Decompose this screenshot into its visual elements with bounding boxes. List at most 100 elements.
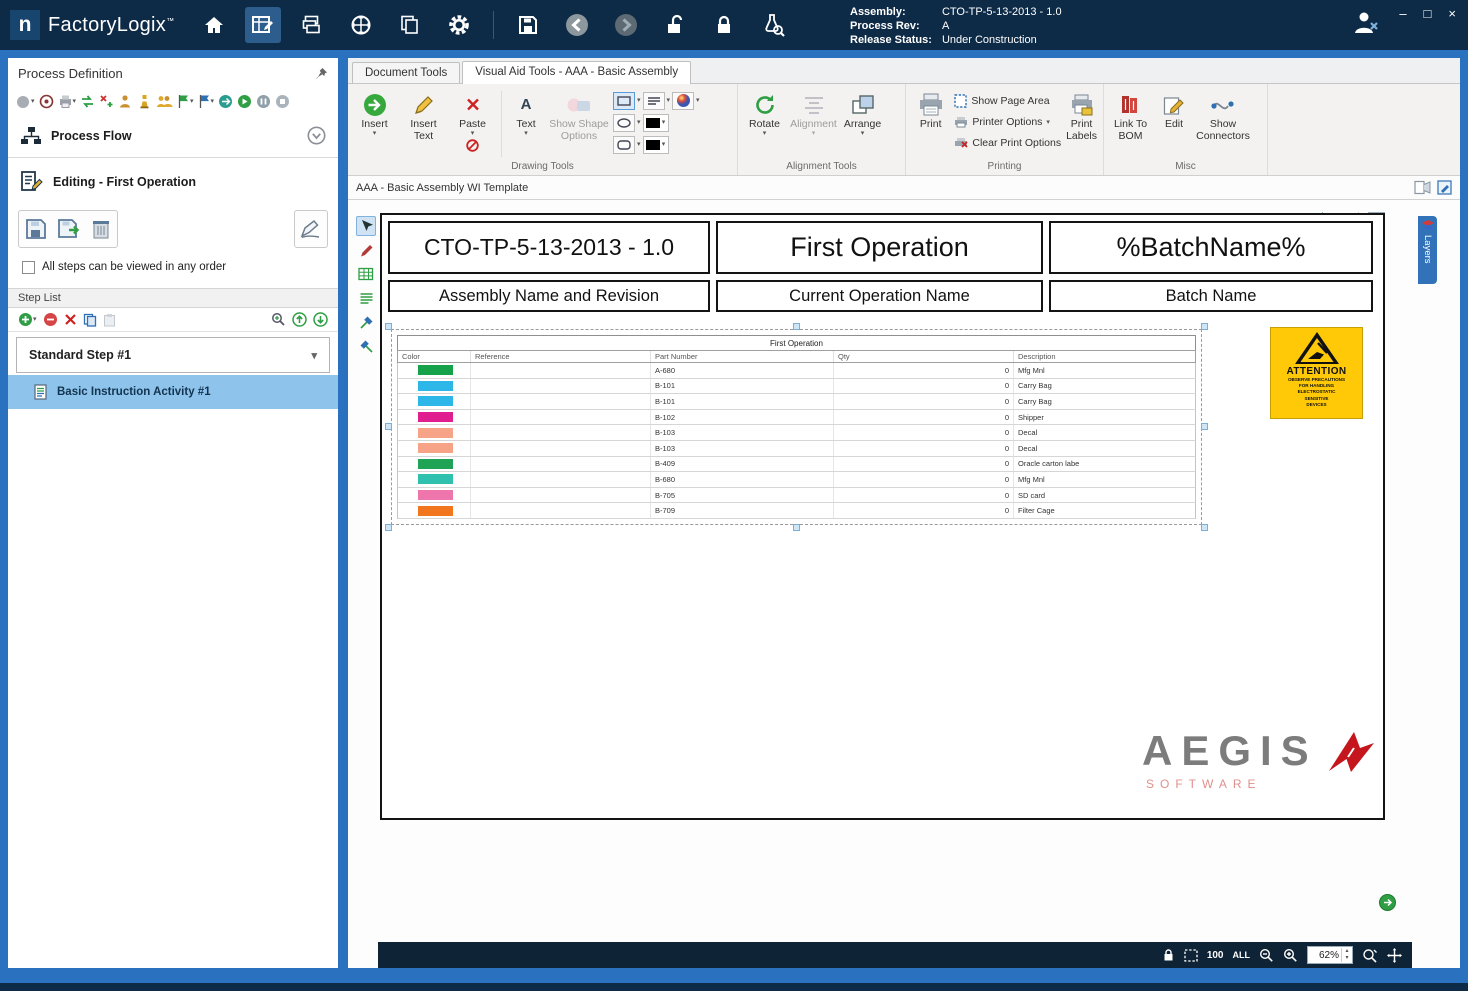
color-sphere-tool[interactable] [672, 92, 694, 110]
link-to-bom-button[interactable]: Link ToBOM [1107, 88, 1154, 142]
materials-button[interactable] [294, 7, 330, 43]
save-step-button[interactable] [25, 218, 47, 240]
maximize-button[interactable]: □ [1424, 6, 1432, 21]
order-checkbox[interactable] [22, 261, 35, 274]
resize-handle-ml[interactable] [385, 423, 392, 430]
documents-button[interactable] [392, 7, 428, 43]
document-page[interactable]: CTO-TP-5-13-2013 - 1.0 First Operation %… [380, 213, 1385, 820]
paste-step-button[interactable] [103, 313, 116, 327]
zoom-100-button[interactable]: 100 [1207, 950, 1224, 961]
zoom-out-icon[interactable] [1259, 948, 1274, 963]
team-button[interactable] [156, 94, 173, 109]
step-expand-chevron[interactable]: ▾ [311, 349, 317, 362]
production-button[interactable] [343, 7, 379, 43]
activity-item-selected[interactable]: Basic Instruction Activity #1 [8, 375, 338, 409]
zoom-step-up[interactable]: ▴ [1345, 948, 1348, 955]
print-button-ribbon[interactable]: Print [909, 88, 952, 130]
tab-visual-aid-tools[interactable]: Visual Aid Tools - AAA - Basic Assembly [462, 61, 691, 84]
ellipse-tool[interactable] [613, 114, 635, 132]
tab-document-tools[interactable]: Document Tools [352, 62, 460, 83]
quick-nav-button[interactable] [1379, 894, 1396, 911]
validate-button[interactable] [99, 94, 114, 109]
show-connectors-button[interactable]: ShowConnectors [1194, 88, 1252, 142]
bom-table[interactable]: First Operation Color Reference Part Num… [397, 335, 1196, 519]
annotate-button[interactable] [294, 210, 328, 248]
marquee-zoom-icon[interactable] [1184, 949, 1198, 962]
assembly-name-field[interactable]: CTO-TP-5-13-2013 - 1.0 [388, 221, 710, 274]
table-tool[interactable] [356, 264, 376, 284]
audit-button[interactable] [755, 7, 791, 43]
options-button[interactable]: ▾ [16, 94, 35, 109]
stop-button[interactable] [275, 94, 290, 109]
show-page-area-button[interactable]: Show Page Area [954, 91, 1061, 111]
edit-button[interactable]: Edit [1156, 88, 1192, 130]
add-step-button[interactable]: ▾ [18, 312, 37, 327]
esd-warning-sign[interactable]: ATTENTION OBSERVE PRECAUTIONS FOR HANDLI… [1270, 327, 1363, 419]
rotate-button[interactable]: Rotate▾ [741, 88, 788, 137]
user-button[interactable] [1352, 10, 1380, 36]
resize-handle-mr[interactable] [1201, 423, 1208, 430]
copy-step-button[interactable] [83, 313, 97, 327]
save-button[interactable] [510, 7, 546, 43]
step-item[interactable]: Standard Step #1 ▾ [16, 337, 330, 373]
batch-name-caption[interactable]: Batch Name [1049, 280, 1373, 312]
text-button[interactable]: A Text▾ [507, 88, 545, 137]
clear-print-options-button[interactable]: Clear Print Options [954, 133, 1061, 153]
batch-name-field[interactable]: %BatchName% [1049, 221, 1373, 274]
arrange-button[interactable]: Arrange▾ [839, 88, 886, 137]
resize-handle-tl[interactable] [385, 323, 392, 330]
insert-button[interactable]: Insert▾ [351, 88, 398, 137]
sync-button[interactable] [80, 94, 95, 109]
zoom-level-spinner[interactable]: 62% ▴▾ [1307, 946, 1353, 964]
zoom-step-button[interactable] [271, 312, 286, 327]
show-shape-options-button[interactable]: Show ShapeOptions [547, 88, 611, 142]
alignment-button[interactable]: Alignment▾ [790, 88, 837, 137]
cut-step-button[interactable] [64, 313, 77, 326]
line-style-tool[interactable] [643, 92, 665, 110]
remove-step-button[interactable] [43, 312, 58, 327]
operation-name-caption[interactable]: Current Operation Name [716, 280, 1043, 312]
delete-icon[interactable] [466, 139, 479, 152]
fill-color-picker[interactable]: ▾ [643, 114, 669, 132]
layers-tab[interactable]: Layers [1418, 216, 1437, 284]
save-import-button[interactable] [57, 218, 81, 240]
select-move-tool[interactable] [356, 216, 376, 236]
zoom-fit-all-button[interactable]: ALL [1233, 950, 1251, 960]
discard-button[interactable] [91, 218, 111, 240]
process-flow-section[interactable]: Process Flow [8, 114, 338, 158]
resize-handle-br[interactable] [1201, 524, 1208, 531]
minimize-button[interactable]: – [1399, 6, 1406, 21]
page-preview-button[interactable] [1414, 180, 1431, 195]
zoom-in-icon[interactable] [1283, 948, 1298, 963]
move-up-button[interactable] [292, 312, 307, 327]
award-button[interactable] [137, 94, 152, 109]
paste-button[interactable]: Paste▾ [449, 88, 496, 152]
connector-out-tool[interactable] [356, 336, 376, 356]
operation-name-field[interactable]: First Operation [716, 221, 1043, 274]
design-canvas[interactable]: Layers CTO-TP-5-13-2013 - 1.0 First Oper… [348, 200, 1460, 968]
network-button[interactable] [39, 94, 54, 109]
navigate-button[interactable] [218, 94, 233, 109]
start-button[interactable] [237, 94, 252, 109]
zoom-step-down[interactable]: ▾ [1345, 955, 1348, 962]
close-button[interactable]: × [1448, 6, 1456, 21]
resize-handle-tm[interactable] [793, 323, 800, 330]
process-definition-button[interactable] [245, 7, 281, 43]
home-button[interactable] [196, 7, 232, 43]
resize-handle-bm[interactable] [793, 524, 800, 531]
pen-tool[interactable] [356, 240, 376, 260]
move-down-button[interactable] [313, 312, 328, 327]
assembly-name-caption[interactable]: Assembly Name and Revision [388, 280, 710, 312]
text-lines-tool[interactable] [356, 288, 376, 308]
forward-button[interactable] [608, 7, 644, 43]
lock-button[interactable] [706, 7, 742, 43]
pin-icon[interactable] [315, 67, 328, 80]
connector-in-tool[interactable] [356, 312, 376, 332]
back-button[interactable] [559, 7, 595, 43]
edit-template-button[interactable] [1437, 180, 1452, 195]
operator-button[interactable] [118, 94, 133, 109]
collapse-button[interactable] [307, 126, 326, 145]
printer-options-button[interactable]: Printer Options▾ [954, 112, 1061, 132]
insert-text-button[interactable]: InsertText [400, 88, 447, 142]
flag-blue-button[interactable]: ▾ [198, 94, 215, 109]
